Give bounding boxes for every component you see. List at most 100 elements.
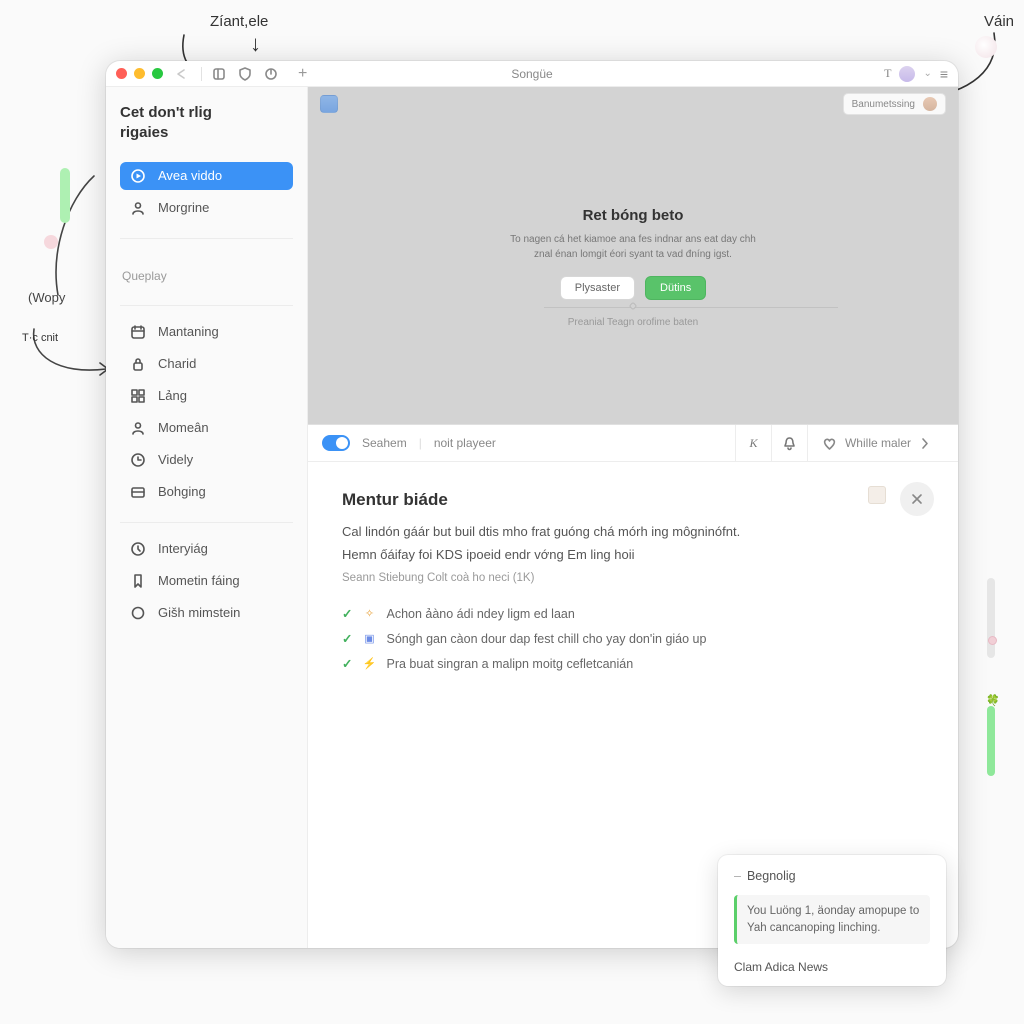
strip-k-button[interactable]: K: [735, 425, 771, 462]
history-icon: [130, 541, 146, 557]
menu-icon[interactable]: ≡: [940, 66, 948, 82]
divider: [120, 522, 293, 523]
check-item-text: Pra buat singran a malipn moitg cefletca…: [386, 657, 633, 671]
content-lead-2: Hemn ốáifay foi KDS ipoeid endr vớng Em …: [342, 547, 924, 562]
popup-heading: –Begnolig: [734, 869, 930, 883]
sidebar-item-0[interactable]: Mantaning: [120, 318, 293, 346]
avatar[interactable]: [899, 66, 915, 82]
divider: |: [419, 436, 422, 450]
sidebar-item-1[interactable]: Charid: [120, 350, 293, 378]
divider: [544, 307, 838, 308]
bell-icon: [782, 436, 797, 451]
strip-label-b: noit playeer: [434, 436, 496, 450]
sidebar-item-label: Gišh mimstein: [158, 605, 240, 620]
notification-popup: –Begnolig You Luöng 1, äonday amopupe to…: [718, 855, 946, 986]
shield-icon[interactable]: [238, 67, 252, 81]
text-tool-icon[interactable]: T: [884, 66, 891, 81]
arrow-down-icon: ↓: [250, 31, 261, 57]
circle-icon: [130, 605, 146, 621]
power-icon[interactable]: [264, 67, 278, 81]
content-lead-1: Cal lindón gáár but buil dtis mho frat g…: [342, 524, 822, 539]
strip-bar: Seahem | noit playeer K Whille maler: [308, 425, 958, 462]
check-item: ✓ ✧ Achon ảàno ádi ndey ligm ed laan: [342, 606, 924, 621]
minimize-window-button[interactable]: [134, 68, 145, 79]
person-icon: [130, 200, 146, 216]
hero-secondary-button[interactable]: Plysaster: [560, 276, 635, 300]
titlebar: + Songüe T ⌄ ≡: [106, 61, 958, 87]
sidebar-footer-2[interactable]: Gišh mimstein: [120, 599, 293, 627]
dash-icon: –: [734, 869, 741, 883]
app-icon[interactable]: [320, 95, 338, 113]
deco-rail-bar-grey: [987, 578, 995, 658]
sidebar-footer-1[interactable]: Mometin fáing: [120, 567, 293, 595]
play-circle-icon: [130, 168, 146, 184]
hero-toolbar: Banumetssing: [320, 93, 946, 115]
sidebar-item-4[interactable]: Videly: [120, 446, 293, 474]
person-icon: [130, 420, 146, 436]
deco-earbud: [975, 36, 997, 58]
new-tab-button[interactable]: +: [298, 66, 307, 82]
content-heading: Mentur biáde: [342, 490, 924, 510]
panel-icon[interactable]: [212, 67, 226, 81]
app-window: + Songüe T ⌄ ≡ Cet don't rligrigaies Ave…: [106, 61, 958, 948]
sidebar-item-label: Videly: [158, 452, 193, 467]
annotation-label: Zíant,ele: [210, 13, 268, 30]
window-title: Songüe: [511, 67, 552, 81]
sidebar-title: Cet don't rligrigaies: [120, 103, 293, 144]
window-controls: [116, 68, 163, 79]
check-icon: ✓: [342, 656, 352, 671]
divider-handle-icon: [629, 302, 637, 310]
sidebar-item-label: Charid: [158, 356, 196, 371]
deco-rail-dot: [988, 636, 997, 645]
back-icon[interactable]: [173, 67, 191, 81]
sidebar-footer-0[interactable]: Interyiág: [120, 535, 293, 563]
close-icon: [910, 492, 924, 506]
toggle-switch[interactable]: [322, 435, 350, 451]
sidebar-item-label: Avea viddo: [158, 168, 222, 183]
annotation-curve-icon: [48, 170, 98, 300]
hero-pill-label: Banumetssing: [852, 99, 915, 110]
deco-rail-bar-green: [987, 706, 995, 776]
hero-account-pill[interactable]: Banumetssing: [843, 93, 946, 115]
thumbnail-icon[interactable]: [868, 486, 886, 504]
check-item: ✓ ▣ Sóngh gan càon dour dap fest chill c…: [342, 631, 924, 646]
strip-favorite-button[interactable]: Whille maler: [807, 425, 944, 462]
close-window-button[interactable]: [116, 68, 127, 79]
titlebar-icons: +: [212, 66, 307, 82]
sidebar-item-label: Mantaning: [158, 324, 219, 339]
check-icon: ✓: [342, 631, 352, 646]
check-list: ✓ ✧ Achon ảàno ádi ndey ligm ed laan ✓ ▣…: [342, 606, 924, 671]
check-item: ✓ ⚡ Pra buat singran a malipn moitg cefl…: [342, 656, 924, 671]
popup-link[interactable]: Clam Adica News: [734, 960, 930, 974]
popup-message: You Luöng 1, äonday amopupe to Yah canca…: [734, 895, 930, 944]
sidebar-item-primary-0[interactable]: Avea viddo: [120, 162, 293, 190]
hero-footnote: Preanial Teagn orofime baten: [308, 317, 958, 328]
close-button[interactable]: [900, 482, 934, 516]
sidebar-item-label: Morgrine: [158, 200, 209, 215]
hero-heading: Ret bóng beto: [583, 207, 684, 224]
content-byline: Seann Stiebung Colt coà ho neci (1K): [342, 572, 924, 584]
chevron-down-icon[interactable]: ⌄: [923, 68, 931, 79]
card-icon: [130, 484, 146, 500]
hero-primary-button[interactable]: Dütins: [645, 276, 706, 300]
sidebar-item-label: Bohging: [158, 484, 206, 499]
sidebar: Cet don't rligrigaies Avea viddo Morgrin…: [106, 87, 308, 948]
chevron-right-icon: [919, 436, 930, 451]
zoom-window-button[interactable]: [152, 68, 163, 79]
annotation-left: (Wopy: [28, 290, 65, 305]
sidebar-item-label: Interyiág: [158, 541, 208, 556]
sidebar-item-5[interactable]: Bohging: [120, 478, 293, 506]
sidebar-item-2[interactable]: Lảng: [120, 382, 293, 410]
divider: [120, 238, 293, 239]
sidebar-item-3[interactable]: Momeân: [120, 414, 293, 442]
sidebar-item-primary-1[interactable]: Morgrine: [120, 194, 293, 222]
annotation-tc: T·c cnit: [22, 332, 58, 344]
clock-icon: [130, 452, 146, 468]
check-item-text: Sóngh gan càon dour dap fest chill cho y…: [386, 632, 706, 646]
bolt-icon: ⚡: [362, 657, 376, 671]
bookmark-icon: [130, 573, 146, 589]
hero-panel: Banumetssing Ret bóng beto To nagen cá h…: [308, 87, 958, 425]
hero-subtext: To nagen cá het kiamoe ana fes indnar an…: [503, 232, 763, 262]
check-icon: ✓: [342, 606, 352, 621]
strip-bell-button[interactable]: [771, 425, 807, 462]
